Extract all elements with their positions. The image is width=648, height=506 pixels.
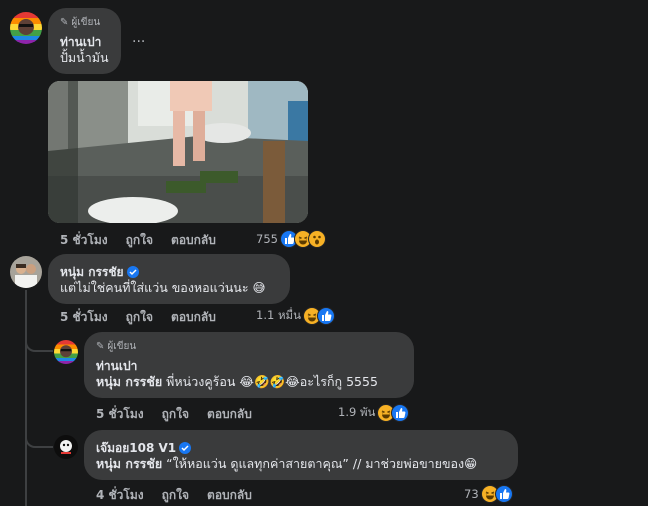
reaction-count: 73: [464, 487, 479, 501]
more-options-button[interactable]: ...: [132, 30, 145, 46]
thread-line: [25, 290, 27, 506]
avatar[interactable]: [10, 256, 42, 288]
reaction-summary[interactable]: 1.9 พัน: [338, 404, 410, 422]
comment-actions: 5 ชั่วโมง ถูกใจ ตอบกลับ: [60, 231, 234, 250]
reply-button[interactable]: ตอบกลับ: [171, 231, 216, 250]
comment-time[interactable]: 4 ชั่วโมง: [96, 486, 144, 505]
like-icon: [494, 485, 513, 503]
thread-connector: [25, 330, 53, 352]
mention-link[interactable]: หนุ่ม กรรชัย: [96, 456, 162, 471]
comment-bubble: หนุ่ม กรรชัย แต่ไม่ใช่คนที่ใส่แว่น ของหอ…: [48, 254, 290, 304]
wow-icon: [307, 230, 326, 248]
reply-button[interactable]: ตอบกลับ: [207, 486, 252, 505]
pen-icon: ✎: [60, 17, 69, 28]
author-badge: ✎ ผู้เขียน: [60, 17, 101, 28]
verified-badge-icon: [179, 442, 192, 454]
author-badge: ✎ ผู้เขียน: [96, 341, 137, 352]
comment-time[interactable]: 5 ชั่วโมง: [96, 405, 144, 424]
comment-text: หนุ่ม กรรชัย “ให้หอแว่น ดูแลทุกค่าสายตาค…: [96, 455, 477, 473]
reply-button[interactable]: ตอบกลับ: [171, 308, 216, 327]
mention-link[interactable]: หนุ่ม กรรชัย: [96, 374, 162, 389]
reaction-count: 1.1 หมื่น: [256, 308, 301, 322]
author-name[interactable]: เจ๊มอย108 V1: [96, 441, 176, 455]
reaction-count: 1.9 พัน: [338, 405, 376, 419]
pen-icon: ✎: [96, 341, 105, 352]
avatar[interactable]: [54, 435, 78, 459]
avatar[interactable]: [10, 12, 42, 44]
reaction-summary[interactable]: 73: [464, 485, 513, 503]
comment-actions: 5 ชั่วโมง ถูกใจ ตอบกลับ: [60, 308, 234, 327]
like-button[interactable]: ถูกใจ: [126, 308, 153, 327]
comment-photo[interactable]: [48, 81, 308, 223]
reaction-summary[interactable]: 755: [256, 230, 326, 248]
comment-time[interactable]: 5 ชั่วโมง: [60, 231, 108, 250]
like-icon: [316, 307, 335, 325]
reaction-count: 755: [256, 232, 278, 246]
comment-actions: 5 ชั่วโมง ถูกใจ ตอบกลับ: [96, 405, 270, 424]
like-icon: [391, 404, 410, 422]
reply-button[interactable]: ตอบกลับ: [207, 405, 252, 424]
comment-text: แต่ไม่ใช่คนที่ใส่แว่น ของหอแว่นนะ 😅: [60, 280, 266, 295]
comment-actions: 4 ชั่วโมง ถูกใจ ตอบกลับ: [96, 486, 270, 505]
like-button[interactable]: ถูกใจ: [126, 231, 153, 250]
comment-text: หนุ่ม กรรชัย พี่หน่วงคูร้อน 😂🤣🤣😂อะไรก็กู…: [96, 373, 378, 391]
author-name[interactable]: หนุ่ม กรรชัย: [60, 265, 124, 279]
verified-badge-icon: [126, 266, 139, 278]
comment-body: พี่หน่วงคูร้อน 😂🤣🤣😂อะไรก็กู 5555: [166, 374, 378, 389]
reaction-summary[interactable]: 1.1 หมื่น: [256, 307, 335, 325]
comment-bubble: ✎ ผู้เขียน ท่านเปา หนุ่ม กรรชัย พี่หน่วงค…: [84, 332, 414, 398]
avatar[interactable]: [54, 340, 78, 364]
comment-time[interactable]: 5 ชั่วโมง: [60, 308, 108, 327]
comment-body: “ให้หอแว่น ดูแลทุกค่าสายตาคุณ” // มาช่วย…: [166, 456, 478, 471]
comment-text: ปั้มน้ำมัน: [60, 50, 109, 65]
like-button[interactable]: ถูกใจ: [162, 405, 189, 424]
like-button[interactable]: ถูกใจ: [162, 486, 189, 505]
thread-connector: [25, 420, 53, 448]
comment-bubble: เจ๊มอย108 V1 หนุ่ม กรรชัย “ให้หอแว่น ดูแ…: [84, 430, 518, 480]
comment-bubble: ✎ ผู้เขียน ท่านเปา ปั้มน้ำมัน: [48, 8, 121, 74]
